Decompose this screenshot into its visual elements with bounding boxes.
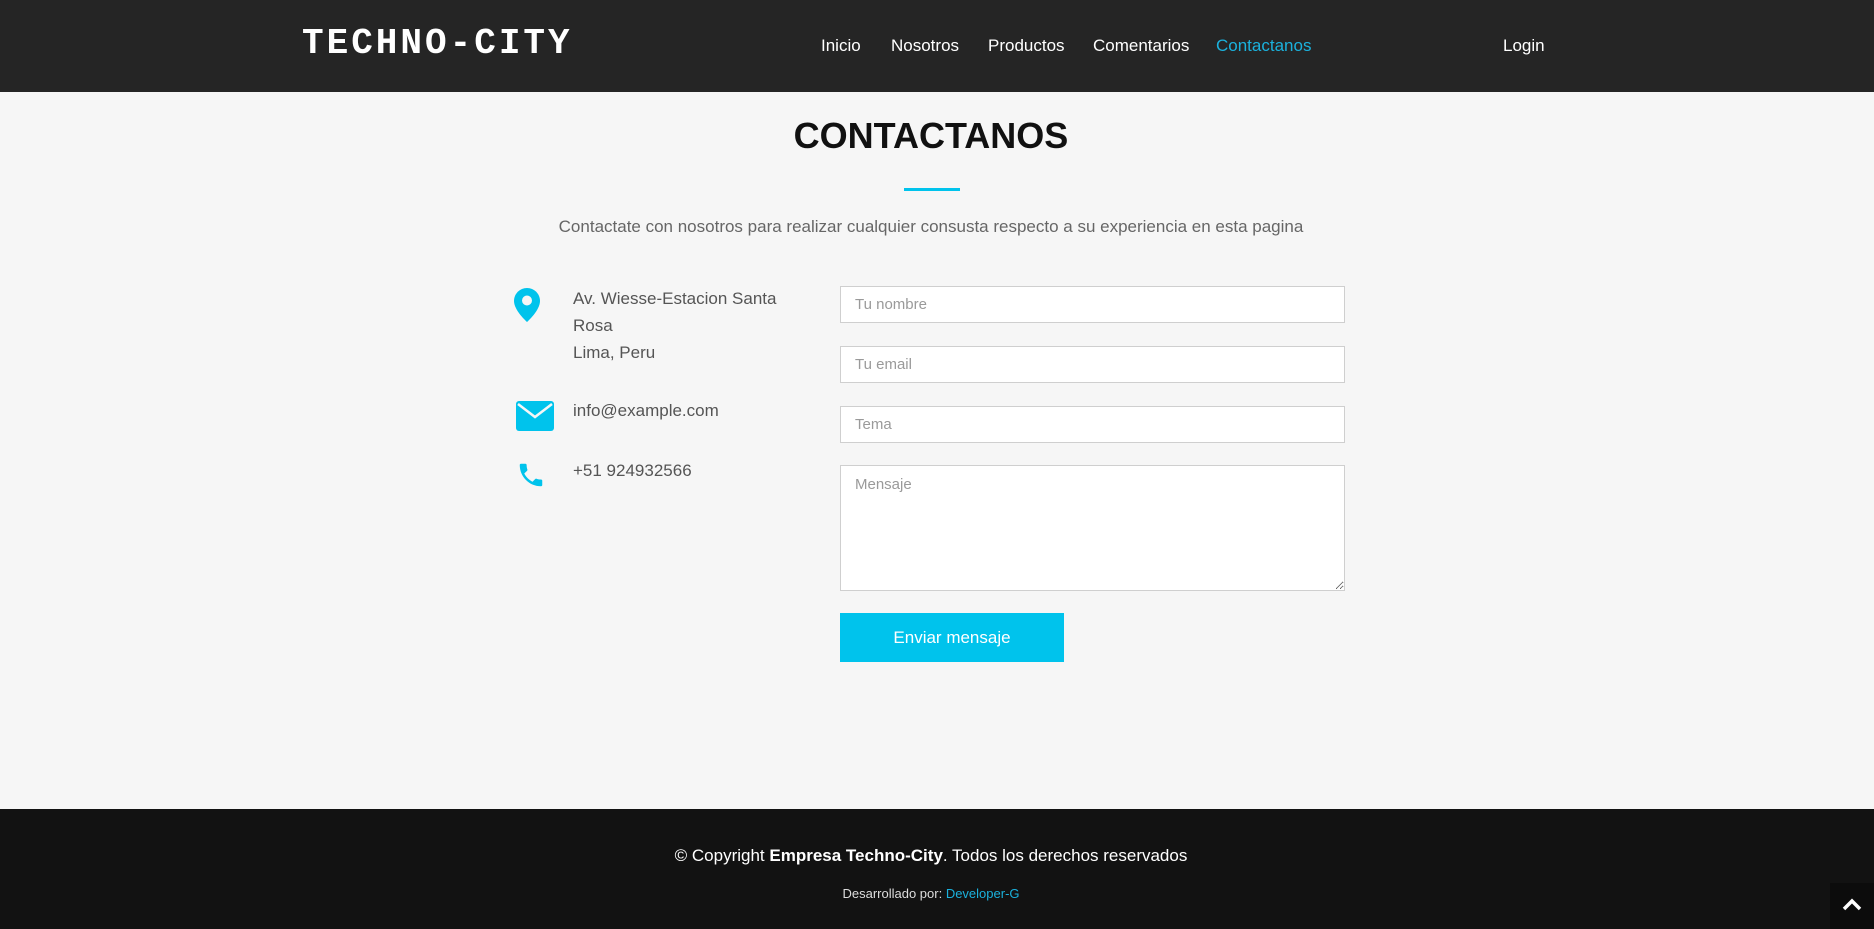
address-line: Rosa	[573, 316, 613, 335]
phone-text[interactable]: +51 924932566	[573, 457, 793, 484]
credits-text: Desarrollado por: Developer-G	[0, 885, 1862, 903]
main-nav: Inicio Nosotros Productos Comentarios Co…	[0, 34, 1874, 58]
company-name: Empresa Techno-City	[769, 846, 943, 865]
back-to-top-button[interactable]	[1830, 883, 1874, 929]
login-link[interactable]: Login	[1503, 34, 1545, 58]
address-block: Av. Wiesse-Estacion Santa Rosa Lima, Per…	[573, 285, 793, 366]
chevron-up-icon	[1842, 897, 1862, 916]
section-subtitle: Contactate con nosotros para realizar cu…	[558, 217, 1304, 236]
map-marker-icon	[514, 288, 540, 327]
send-message-button[interactable]: Enviar mensaje	[840, 613, 1064, 662]
copyright-prefix: © Copyright	[674, 846, 765, 865]
email-input[interactable]	[840, 346, 1345, 383]
credits-label: Desarrollado por:	[842, 886, 943, 901]
copyright-suffix: . Todos los derechos reservados	[942, 846, 1188, 865]
nav-item-productos[interactable]: Productos	[988, 34, 1065, 58]
address-line: Av. Wiesse-Estacion Santa	[573, 289, 777, 308]
section-title: CONTACTANOS	[793, 115, 1069, 156]
title-divider	[904, 188, 960, 191]
address-line: Lima, Peru	[573, 343, 656, 362]
name-input[interactable]	[840, 286, 1345, 323]
nav-item-nosotros[interactable]: Nosotros	[891, 34, 959, 58]
email-text[interactable]: info@example.com	[573, 397, 793, 424]
subject-input[interactable]	[840, 406, 1345, 443]
copyright-text: © Copyright Empresa Techno-City. Todos l…	[0, 844, 1862, 868]
site-header: TECHNO-CITY Inicio Nosotros Productos Co…	[0, 0, 1874, 92]
developer-link[interactable]: Developer-G	[946, 886, 1020, 901]
site-footer: © Copyright Empresa Techno-City. Todos l…	[0, 809, 1874, 929]
envelope-icon	[516, 401, 554, 436]
nav-item-comentarios[interactable]: Comentarios	[1093, 34, 1189, 58]
nav-item-contactanos[interactable]: Contactanos	[1216, 34, 1311, 58]
nav-item-inicio[interactable]: Inicio	[821, 34, 861, 58]
message-textarea[interactable]	[840, 465, 1345, 591]
phone-icon	[516, 460, 546, 495]
